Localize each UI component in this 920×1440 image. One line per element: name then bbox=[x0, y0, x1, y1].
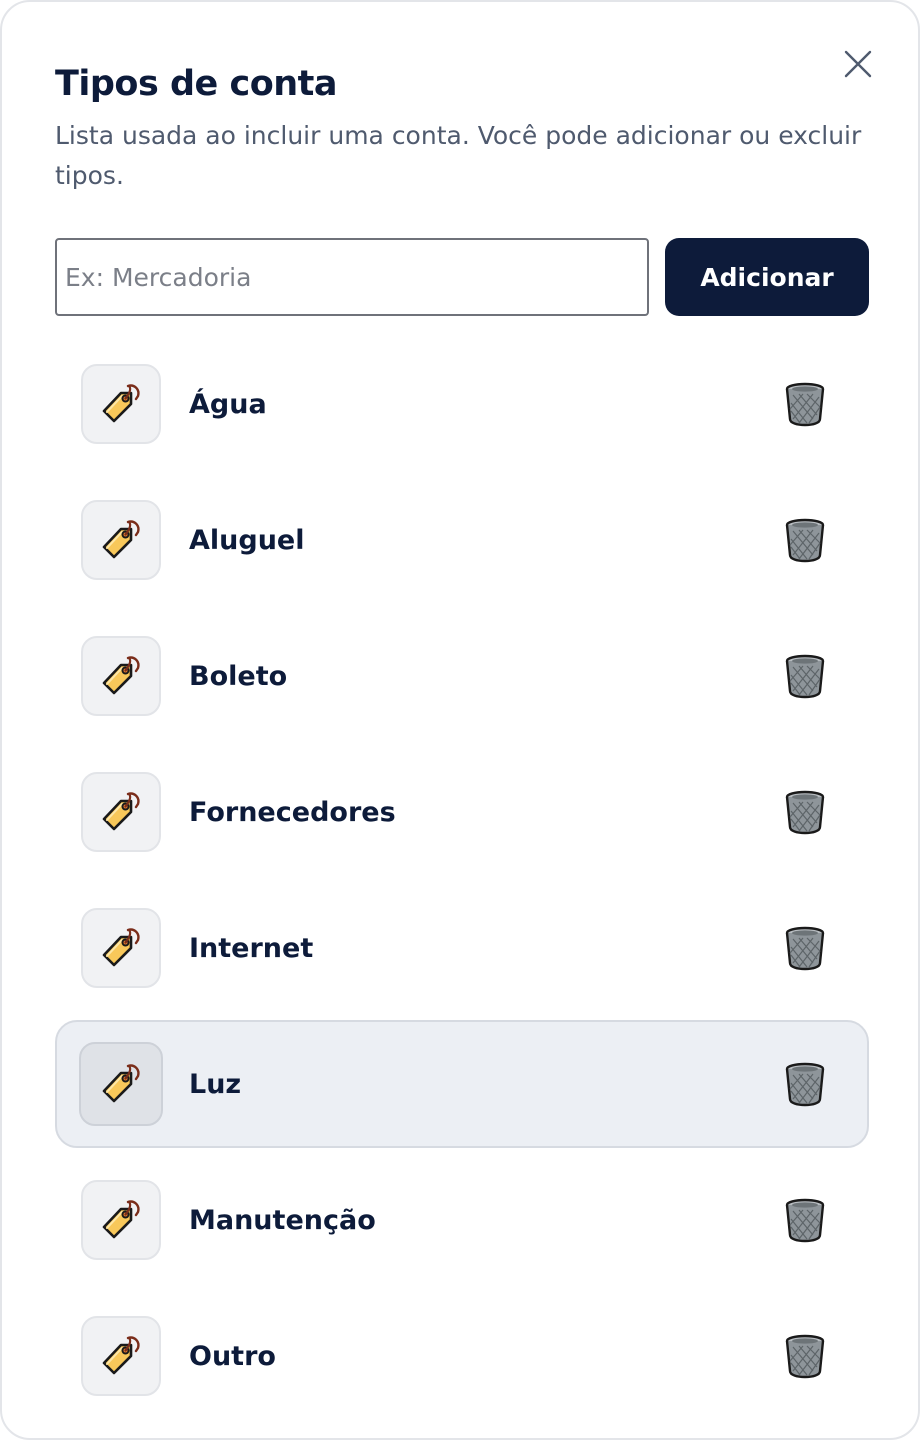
account-types-dialog: Tipos de conta Lista usada ao incluir um… bbox=[0, 0, 920, 1440]
delete-button[interactable] bbox=[781, 652, 829, 700]
type-label: Fornecedores bbox=[189, 796, 396, 828]
tag-icon-box bbox=[81, 908, 161, 988]
type-label: Luz bbox=[189, 1068, 242, 1100]
trash-icon bbox=[785, 1198, 825, 1243]
list-item-7[interactable]: Outro bbox=[55, 1288, 869, 1424]
delete-button[interactable] bbox=[781, 1196, 829, 1244]
tag-icon bbox=[102, 384, 140, 423]
close-button[interactable] bbox=[840, 46, 876, 82]
tag-icon bbox=[102, 656, 140, 695]
list-item-4[interactable]: Internet bbox=[55, 880, 869, 1016]
delete-button[interactable] bbox=[781, 516, 829, 564]
list-item-6[interactable]: Manutenção bbox=[55, 1152, 869, 1288]
type-label: Aluguel bbox=[189, 524, 305, 556]
close-icon bbox=[844, 50, 872, 78]
tag-icon bbox=[102, 1200, 140, 1239]
trash-icon bbox=[785, 926, 825, 971]
type-label: Boleto bbox=[189, 660, 288, 692]
tag-icon-box bbox=[81, 1180, 161, 1260]
tag-icon-box bbox=[81, 636, 161, 716]
type-name-input[interactable] bbox=[55, 238, 649, 316]
dialog-title: Tipos de conta bbox=[55, 64, 338, 104]
add-button[interactable]: Adicionar bbox=[665, 238, 869, 316]
tag-icon-box bbox=[81, 1316, 161, 1396]
trash-icon bbox=[785, 1062, 825, 1107]
type-label: Internet bbox=[189, 932, 314, 964]
tag-icon-box bbox=[81, 772, 161, 852]
tag-icon bbox=[102, 1064, 140, 1103]
type-label: Água bbox=[189, 388, 267, 420]
dialog-subtitle: Lista usada ao incluir uma conta. Você p… bbox=[55, 121, 862, 190]
list-item-3[interactable]: Fornecedores bbox=[55, 744, 869, 880]
delete-button[interactable] bbox=[781, 1332, 829, 1380]
list-item-5[interactable]: Luz bbox=[55, 1020, 869, 1148]
tag-icon bbox=[102, 928, 140, 967]
tag-icon bbox=[102, 520, 140, 559]
tag-icon-box bbox=[81, 364, 161, 444]
trash-icon bbox=[785, 790, 825, 835]
trash-icon bbox=[785, 654, 825, 699]
trash-icon bbox=[785, 518, 825, 563]
type-label: Outro bbox=[189, 1340, 276, 1372]
list-item-0[interactable]: Água bbox=[55, 336, 869, 472]
tag-icon bbox=[102, 1336, 140, 1375]
delete-button[interactable] bbox=[781, 788, 829, 836]
trash-icon bbox=[785, 382, 825, 427]
delete-button[interactable] bbox=[781, 924, 829, 972]
tag-icon-box bbox=[79, 1042, 163, 1126]
delete-button[interactable] bbox=[781, 380, 829, 428]
tag-icon-box bbox=[81, 500, 161, 580]
types-list: Água Aluguel Boleto Fornecedores Interne… bbox=[55, 336, 869, 1424]
add-type-form: Adicionar bbox=[55, 238, 869, 316]
delete-button[interactable] bbox=[781, 1060, 829, 1108]
list-item-2[interactable]: Boleto bbox=[55, 608, 869, 744]
list-item-1[interactable]: Aluguel bbox=[55, 472, 869, 608]
type-label: Manutenção bbox=[189, 1204, 376, 1236]
trash-icon bbox=[785, 1334, 825, 1379]
tag-icon bbox=[102, 792, 140, 831]
